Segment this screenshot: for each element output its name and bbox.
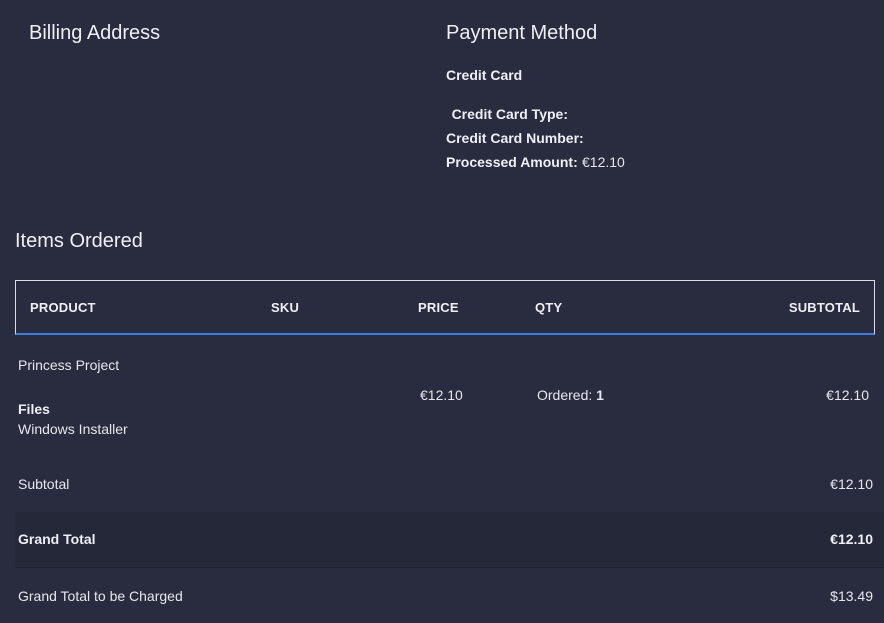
column-header-price: PRICE: [418, 300, 459, 315]
product-qty: Ordered: 1: [537, 387, 604, 403]
items-ordered-title: Items Ordered: [15, 230, 143, 252]
product-subtotal: €12.10: [826, 387, 869, 403]
payment-method-title: Payment Method: [446, 22, 598, 44]
file-name: Windows Installer: [18, 421, 128, 437]
files-label: Files: [18, 401, 50, 417]
qty-ordered-label: Ordered:: [537, 387, 593, 403]
billing-address-title: Billing Address: [29, 22, 161, 44]
grand-total-divider: [15, 567, 884, 568]
column-header-product: PRODUCT: [30, 300, 96, 315]
credit-card-type-label: Credit Card Type:: [451, 106, 568, 122]
column-header-sku: SKU: [271, 300, 300, 315]
column-header-subtotal: SUBTOTAL: [788, 300, 860, 315]
grand-total-value: €12.10: [830, 531, 873, 547]
subtotal-value: €12.10: [830, 476, 873, 492]
processed-amount-value: €12.10: [582, 154, 625, 170]
payment-method-name: Credit Card: [446, 67, 523, 83]
grand-total-label: Grand Total: [18, 531, 96, 547]
product-name: Princess Project: [18, 357, 120, 373]
table-row: Princess Project Files Windows Installer…: [0, 335, 884, 455]
column-header-qty: QTY: [535, 300, 563, 315]
credit-card-number-label: Credit Card Number:: [446, 130, 584, 146]
qty-ordered-value: 1: [596, 387, 604, 403]
grand-total-charged-value: $13.49: [830, 588, 873, 604]
grand-total-charged-label: Grand Total to be Charged: [18, 588, 183, 604]
subtotal-label: Subtotal: [18, 476, 70, 492]
items-table-header: PRODUCT SKU PRICE QTY SUBTOTAL: [15, 280, 875, 335]
processed-amount-label: Processed Amount:: [446, 154, 578, 170]
grand-total-row: [15, 512, 884, 567]
product-price: €12.10: [420, 387, 463, 403]
